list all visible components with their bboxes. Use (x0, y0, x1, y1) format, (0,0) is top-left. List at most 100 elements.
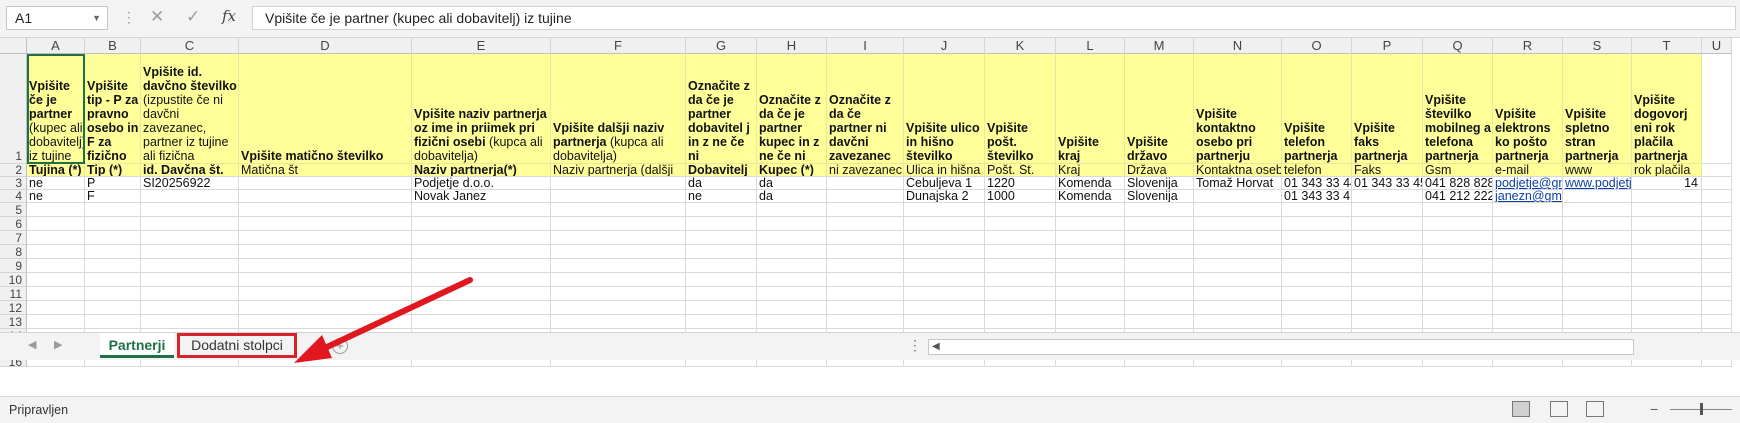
column-header-h[interactable]: H (757, 38, 827, 54)
column-header-o[interactable]: O (1282, 38, 1352, 54)
empty-cell[interactable] (985, 259, 1056, 273)
empty-cell[interactable] (141, 273, 239, 287)
empty-cell[interactable] (1563, 231, 1632, 245)
page-layout-icon[interactable] (1550, 401, 1568, 417)
empty-cell[interactable] (1125, 301, 1194, 315)
empty-cell[interactable] (412, 217, 551, 231)
empty-cell[interactable] (85, 287, 141, 301)
empty-cell[interactable] (757, 245, 827, 259)
empty-cell[interactable] (1282, 259, 1352, 273)
header-cell-d[interactable]: Vpišite matično številko (239, 54, 412, 164)
column-header-s[interactable]: S (1563, 38, 1632, 54)
name-box[interactable]: A1 ▼ (6, 6, 108, 30)
column-header-k[interactable]: K (985, 38, 1056, 54)
empty-cell[interactable] (757, 273, 827, 287)
empty-cell[interactable] (1056, 301, 1125, 315)
empty-cell[interactable] (985, 273, 1056, 287)
empty-cell[interactable] (1493, 287, 1563, 301)
data-cell-d3[interactable] (239, 177, 412, 190)
row-header-10[interactable]: 10 (0, 273, 27, 287)
empty-cell[interactable] (1702, 190, 1732, 203)
data-cell-n3[interactable]: Tomaž Horvat (1194, 177, 1282, 190)
empty-cell[interactable] (85, 217, 141, 231)
header-cell-p[interactable]: Vpišite faks partnerja (1352, 54, 1423, 164)
tab-scroll-right-icon[interactable]: ▶ (54, 338, 62, 351)
empty-cell[interactable] (27, 217, 85, 231)
empty-cell[interactable] (686, 259, 757, 273)
empty-cell[interactable] (686, 245, 757, 259)
empty-cell[interactable] (27, 245, 85, 259)
empty-cell[interactable] (141, 231, 239, 245)
empty-cell[interactable] (141, 287, 239, 301)
empty-cell[interactable] (1056, 259, 1125, 273)
empty-cell[interactable] (904, 315, 985, 329)
column-header-n[interactable]: N (1194, 38, 1282, 54)
data-cell-o3[interactable]: 01 343 33 44 (1282, 177, 1352, 190)
empty-cell[interactable] (1194, 203, 1282, 217)
column-header-p[interactable]: P (1352, 38, 1423, 54)
horizontal-scrollbar[interactable]: ◀ (928, 339, 1634, 355)
empty-cell[interactable] (1056, 273, 1125, 287)
field-cell-n[interactable]: Kontaktna oseba (1194, 164, 1282, 177)
header-cell-j[interactable]: Vpišite ulico in hišno številko (904, 54, 985, 164)
empty-cell[interactable] (239, 245, 412, 259)
column-header-u[interactable]: U (1702, 38, 1732, 54)
empty-cell[interactable] (1352, 287, 1423, 301)
empty-cell[interactable] (757, 217, 827, 231)
empty-cell[interactable] (412, 287, 551, 301)
column-header-d[interactable]: D (239, 38, 412, 54)
empty-cell[interactable] (1423, 259, 1493, 273)
empty-cell[interactable] (904, 203, 985, 217)
data-cell-j3[interactable]: Čebuljeva 1 (904, 177, 985, 190)
field-cell-j[interactable]: Ulica in hišna (904, 164, 985, 177)
empty-cell[interactable] (1493, 203, 1563, 217)
empty-cell[interactable] (1632, 301, 1702, 315)
tab-partnerji[interactable]: Partnerji (100, 333, 174, 358)
empty-cell[interactable] (1423, 217, 1493, 231)
empty-cell[interactable] (827, 287, 904, 301)
empty-cell[interactable] (1702, 273, 1732, 287)
empty-cell[interactable] (686, 217, 757, 231)
empty-cell[interactable] (686, 301, 757, 315)
data-cell-p4[interactable] (1352, 190, 1423, 203)
data-cell-l3[interactable]: Komenda (1056, 177, 1125, 190)
column-header-f[interactable]: F (551, 38, 686, 54)
column-header-m[interactable]: M (1125, 38, 1194, 54)
empty-cell[interactable] (85, 231, 141, 245)
column-header-r[interactable]: R (1493, 38, 1563, 54)
data-cell-b4[interactable]: F (85, 190, 141, 203)
empty-cell[interactable] (1702, 245, 1732, 259)
empty-cell[interactable] (686, 273, 757, 287)
empty-cell[interactable] (1352, 273, 1423, 287)
empty-cell[interactable] (551, 273, 686, 287)
empty-cell[interactable] (904, 217, 985, 231)
data-cell-c4[interactable] (141, 190, 239, 203)
field-cell-i[interactable]: ni zavezanec (827, 164, 904, 177)
empty-cell[interactable] (85, 203, 141, 217)
header-cell-m[interactable]: Vpišite državo (1125, 54, 1194, 164)
formula-input[interactable]: Vpišite če je partner (kupec ali dobavit… (252, 6, 1736, 30)
column-header-c[interactable]: C (141, 38, 239, 54)
empty-cell[interactable] (1702, 164, 1732, 177)
empty-cell[interactable] (412, 231, 551, 245)
empty-cell[interactable] (827, 315, 904, 329)
empty-cell[interactable] (1056, 287, 1125, 301)
empty-cell[interactable] (239, 217, 412, 231)
empty-cell[interactable] (1563, 301, 1632, 315)
empty-cell[interactable] (827, 203, 904, 217)
header-cell-s[interactable]: Vpišite spletno stran partnerja (1563, 54, 1632, 164)
field-cell-r[interactable]: e-mail (1493, 164, 1563, 177)
empty-cell[interactable] (1493, 217, 1563, 231)
empty-cell[interactable] (1632, 287, 1702, 301)
data-cell-h4[interactable]: da (757, 190, 827, 203)
empty-cell[interactable] (412, 203, 551, 217)
data-cell-m4[interactable]: Slovenija (1125, 190, 1194, 203)
field-cell-o[interactable]: telefon (1282, 164, 1352, 177)
empty-cell[interactable] (686, 315, 757, 329)
empty-cell[interactable] (1282, 315, 1352, 329)
data-cell-r4[interactable]: janezn@gmail.com (1493, 190, 1563, 203)
empty-cell[interactable] (1352, 231, 1423, 245)
empty-cell[interactable] (1125, 245, 1194, 259)
data-cell-m3[interactable]: Slovenija (1125, 177, 1194, 190)
empty-cell[interactable] (1125, 259, 1194, 273)
